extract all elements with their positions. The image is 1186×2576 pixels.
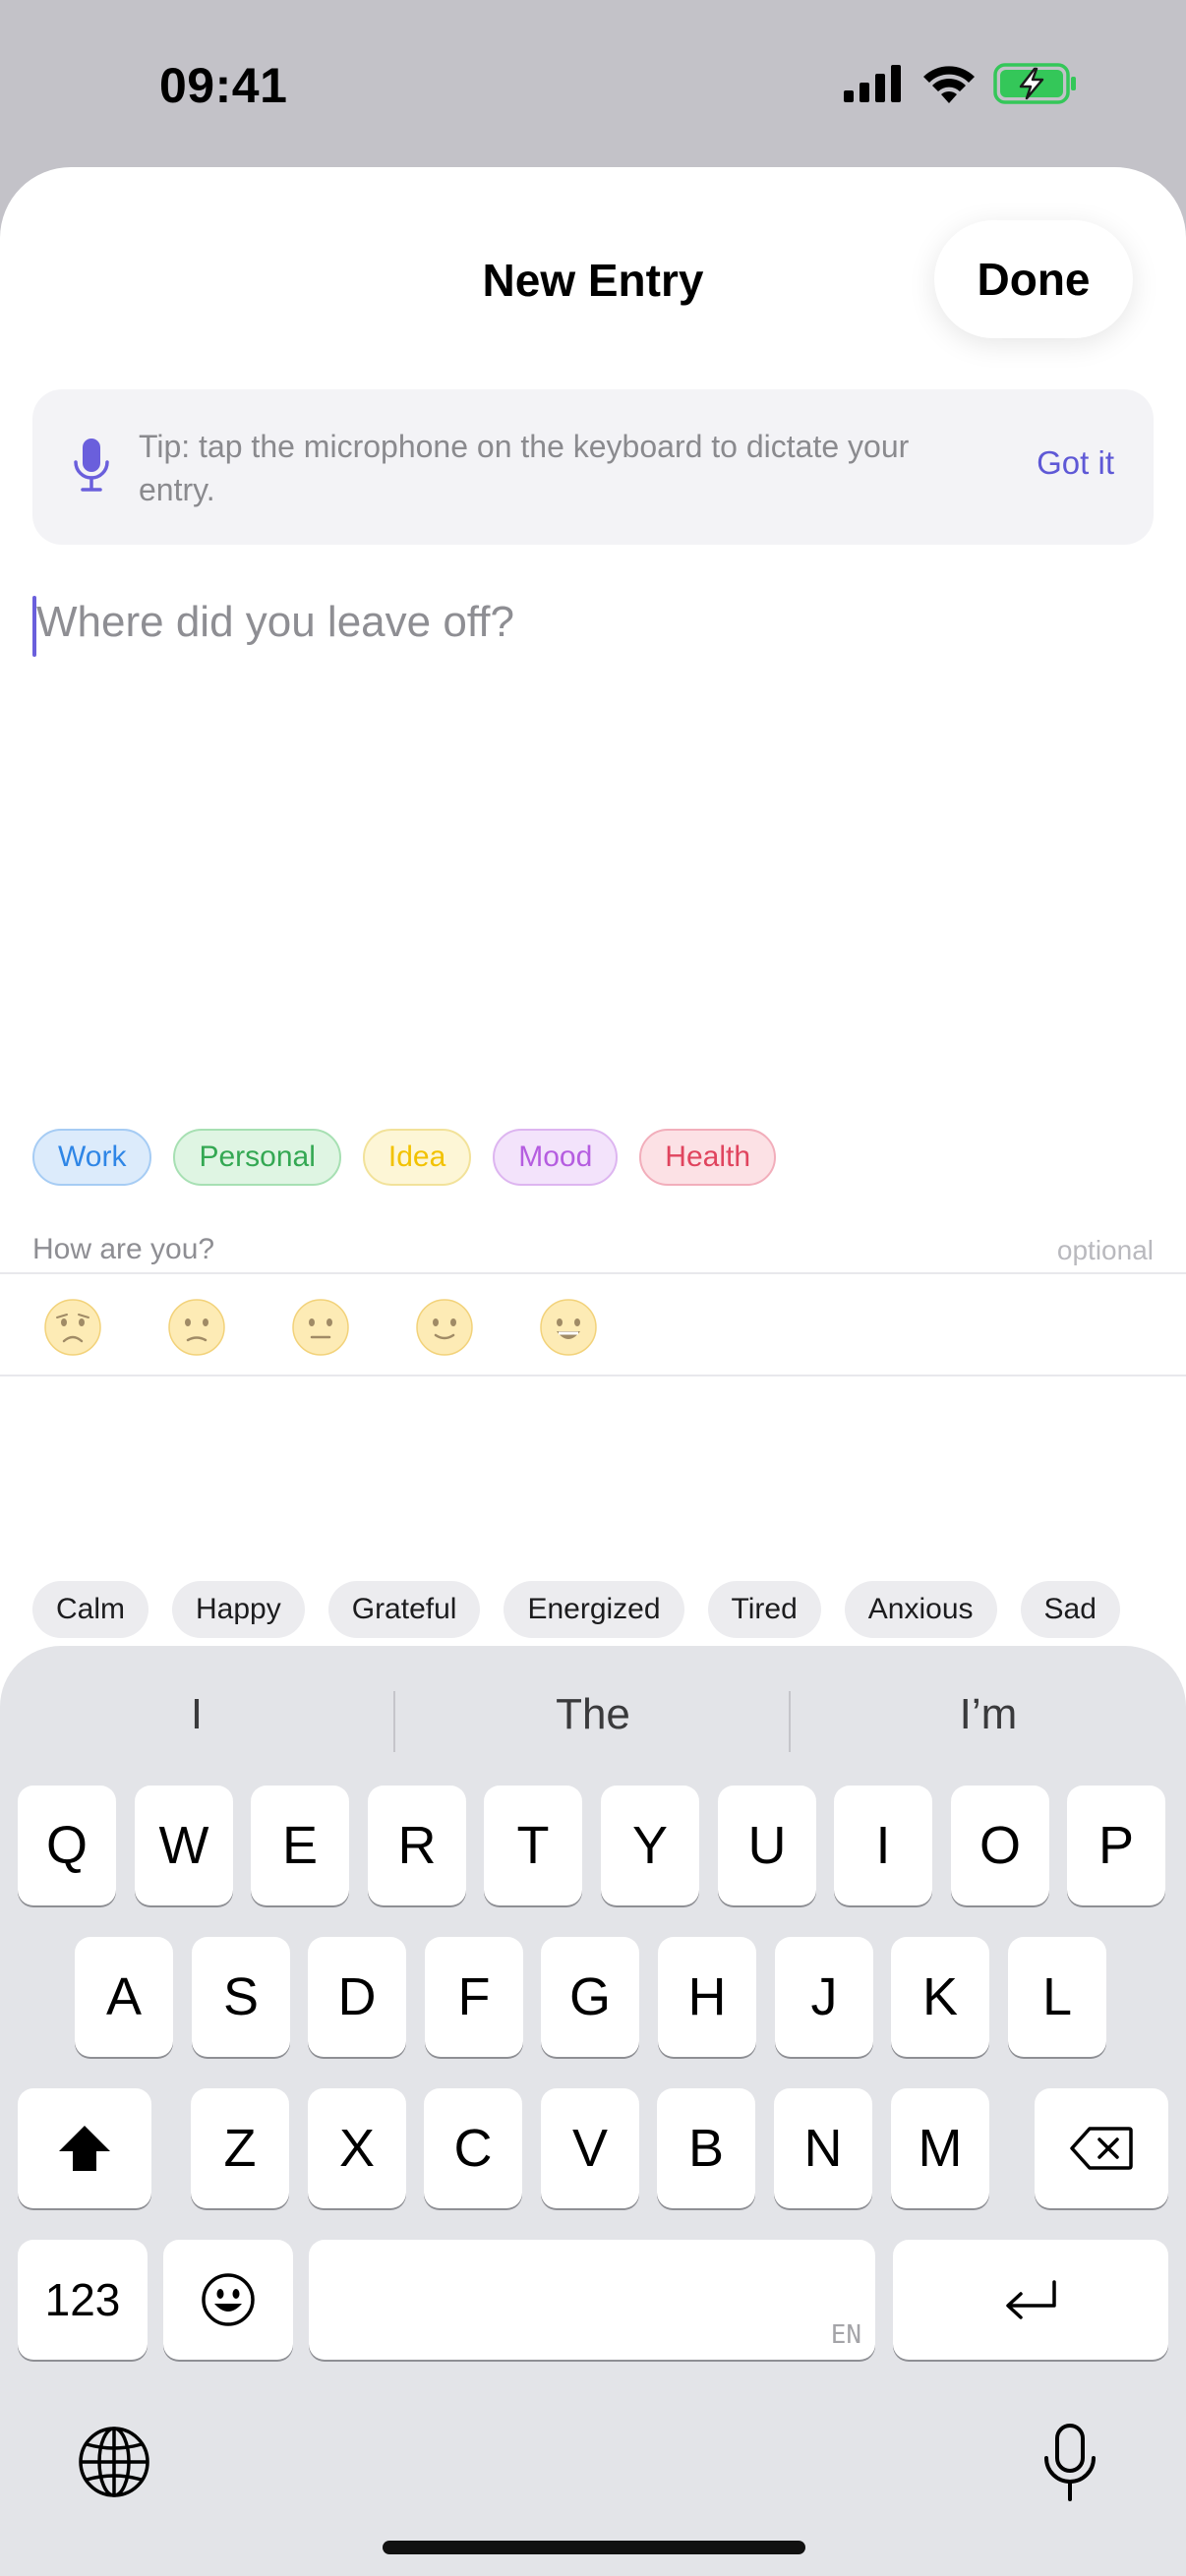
key-w[interactable]: W (135, 1786, 233, 1905)
microphone-icon[interactable] (1040, 2423, 1099, 2505)
cellular-signal-icon (844, 65, 901, 102)
key-e[interactable]: E (251, 1786, 349, 1905)
tag-work[interactable]: Work (32, 1129, 152, 1186)
microphone-icon (74, 439, 109, 492)
key-x[interactable]: X (308, 2088, 406, 2208)
suggestion-2[interactable]: The (396, 1679, 790, 1750)
tip-text: Tip: tap the microphone on the keyboard … (139, 429, 910, 507)
space-language-label: EN (830, 2320, 861, 2350)
key-z[interactable]: Z (191, 2088, 289, 2208)
feeling-chip-happy[interactable]: Happy (172, 1581, 305, 1638)
battery-charging-icon (993, 63, 1076, 104)
divider (0, 1375, 1186, 1376)
suggestion-separator (393, 1691, 395, 1752)
numbers-key[interactable]: 123 (18, 2240, 148, 2360)
key-v[interactable]: V (541, 2088, 639, 2208)
key-r[interactable]: R (368, 1786, 466, 1905)
mood-optional-label: optional (1056, 1235, 1154, 1265)
got-it-button[interactable]: Got it (1037, 444, 1114, 482)
feeling-chip-grateful[interactable]: Grateful (327, 1581, 481, 1638)
key-s[interactable]: S (192, 1937, 290, 2057)
key-t[interactable]: T (484, 1786, 582, 1905)
globe-icon[interactable] (77, 2425, 151, 2499)
suggestion-1[interactable]: I (0, 1679, 393, 1750)
key-g[interactable]: G (541, 1937, 639, 2057)
tag-health[interactable]: Health (639, 1129, 777, 1186)
key-m[interactable]: M (891, 2088, 989, 2208)
key-y[interactable]: Y (601, 1786, 699, 1905)
tag-mood[interactable]: Mood (493, 1129, 619, 1186)
sad-face-icon[interactable] (167, 1298, 226, 1357)
feeling-chip-tired[interactable]: Tired (707, 1581, 821, 1638)
mood-faces-row (43, 1298, 598, 1357)
tag-idea[interactable]: Idea (362, 1129, 472, 1186)
feeling-chip-anxious[interactable]: Anxious (844, 1581, 997, 1638)
very-sad-face-icon[interactable] (43, 1298, 102, 1357)
feeling-chip-sad[interactable]: Sad (1020, 1581, 1120, 1638)
key-a[interactable]: A (75, 1937, 173, 2057)
keyboard: I The I’m QWERTYUIOPASDFGHJKLZXCVBNM 123… (0, 1646, 1186, 2576)
mood-label: How are you? (32, 1233, 215, 1265)
dictation-tip-card: Tip: tap the microphone on the keyboard … (32, 389, 1154, 545)
editor-placeholder: Where did you leave off? (36, 598, 514, 646)
key-p[interactable]: P (1067, 1786, 1165, 1905)
suggestion-3[interactable]: I’m (792, 1679, 1185, 1750)
delete-icon (1070, 2127, 1133, 2170)
slight-smile-face-icon[interactable] (415, 1298, 474, 1357)
key-q[interactable]: Q (18, 1786, 116, 1905)
status-bar: 09:41 (0, 0, 1186, 167)
shift-icon (59, 2126, 110, 2171)
grin-face-icon[interactable] (539, 1298, 598, 1357)
shift-key[interactable] (18, 2088, 151, 2208)
key-b[interactable]: B (657, 2088, 755, 2208)
home-indicator (383, 2541, 805, 2554)
suggestion-separator (789, 1691, 791, 1752)
entry-text-editor[interactable]: Where did you leave off? (32, 590, 1154, 983)
key-f[interactable]: F (425, 1937, 523, 2057)
wifi-icon (923, 66, 975, 103)
tag-personal[interactable]: Personal (173, 1129, 341, 1186)
key-i[interactable]: I (834, 1786, 932, 1905)
emoji-key[interactable] (163, 2240, 293, 2360)
divider (0, 1272, 1186, 1274)
feelings-scroller[interactable]: Calm Happy Grateful Energized Tired Anxious Sa… (0, 1567, 1154, 1656)
key-j[interactable]: J (775, 1937, 873, 2057)
status-time: 09:41 (159, 58, 288, 113)
feeling-chip-calm[interactable]: Calm (32, 1581, 149, 1638)
feeling-chip-energized[interactable]: Energized (504, 1581, 684, 1638)
delete-key[interactable] (1035, 2088, 1168, 2208)
emoji-icon (202, 2273, 255, 2326)
key-u[interactable]: U (718, 1786, 816, 1905)
feelings-row: Calm Happy Grateful Energized Tired Anxious Sa… (32, 1581, 1120, 1638)
suggestion-bar: I The I’m (0, 1679, 1186, 1752)
neutral-face-icon[interactable] (291, 1298, 350, 1357)
tags-row: Work Personal Idea Mood Health (32, 1129, 777, 1186)
status-icons (844, 63, 1078, 104)
key-k[interactable]: K (891, 1937, 989, 2057)
key-l[interactable]: L (1008, 1937, 1106, 2057)
done-button[interactable]: Done (934, 220, 1133, 338)
key-n[interactable]: N (774, 2088, 872, 2208)
key-o[interactable]: O (951, 1786, 1049, 1905)
return-key[interactable] (893, 2240, 1168, 2360)
key-d[interactable]: D (308, 1937, 406, 2057)
key-c[interactable]: C (424, 2088, 522, 2208)
space-key[interactable]: EN (309, 2240, 875, 2360)
key-h[interactable]: H (658, 1937, 756, 2057)
return-icon (1006, 2280, 1056, 2319)
